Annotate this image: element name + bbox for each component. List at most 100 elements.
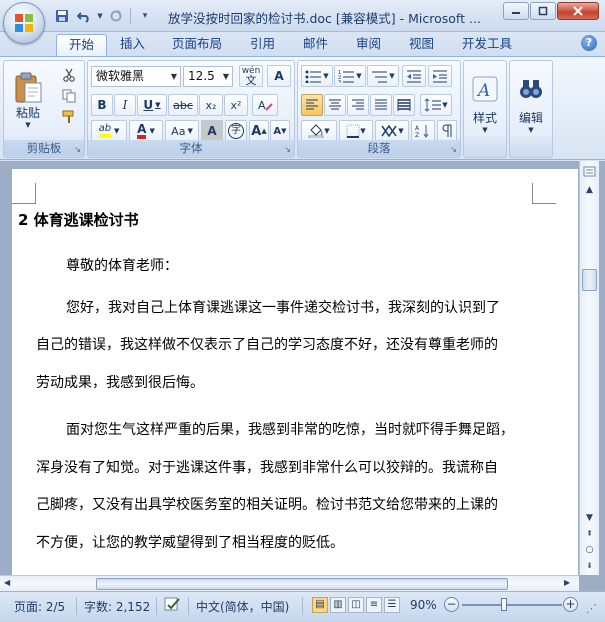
scroll-down-icon[interactable]: ▼ [582,511,597,526]
chinese-layout-button[interactable]: ▼ [375,120,409,142]
copy-button[interactable] [58,86,80,106]
show-marks-button[interactable] [437,120,457,142]
minimize-button[interactable] [503,2,529,20]
editing-button[interactable]: 编辑 ▼ [512,65,550,143]
font-color-button[interactable]: A ▼ [129,120,163,142]
tab-view[interactable]: 视图 [397,34,446,56]
paste-button[interactable]: 粘贴 ▼ [8,65,48,135]
vertical-scrollbar[interactable]: ▲ ▼ ⇞ ○ ⇟ [579,161,599,575]
scroll-up-icon[interactable]: ▲ [582,183,597,198]
document-body[interactable]: 2 体育逃课检讨书 尊敬的体育老师： 您好，我对自己上体育课逃课这一事件递交检讨… [18,209,548,572]
tab-references[interactable]: 引用 [238,34,287,56]
word-count[interactable]: 字数: 2,152 [84,598,150,615]
close-button[interactable] [557,2,599,20]
web-layout-icon[interactable]: ◫ [348,597,364,613]
paste-icon [15,72,42,102]
increase-indent-button[interactable] [428,65,452,87]
styles-button[interactable]: A 样式 ▼ [466,65,504,143]
document-page[interactable]: 2 体育逃课检讨书 尊敬的体育老师： 您好，我对自己上体育课逃课这一事件递交检讨… [12,169,578,591]
maximize-button[interactable] [530,2,556,20]
horizontal-scroll-thumb[interactable] [96,578,508,590]
language-indicator[interactable]: 中文(简体，中国) [196,598,289,615]
tab-mailings[interactable]: 邮件 [291,34,340,56]
format-painter-button[interactable] [58,107,80,127]
tab-developer[interactable]: 开发工具 [450,34,524,56]
vertical-scroll-thumb[interactable] [582,269,597,291]
select-browse-object-icon[interactable]: ○ [582,543,597,558]
resize-grip-icon[interactable]: ⋰ [586,602,597,615]
page-indicator[interactable]: 页面: 2/5 [14,598,65,615]
zoom-out-icon[interactable]: − [444,597,459,612]
change-case-button[interactable]: Aa ▼ [165,120,199,142]
p2-line-3: 己脚疼，又没有出具学校医务室的相关证明。检讨书范文给您带来的上课的 [36,497,498,513]
font-size-combo[interactable]: 12.5 ▼ [183,66,233,87]
copy-icon [62,89,76,103]
strikethrough-button[interactable]: abc [168,94,198,116]
editing-label: 编辑 [518,110,543,125]
superscript-label: x² [230,98,242,112]
increase-indent-icon [433,70,447,83]
line-spacing-button[interactable]: ▼ [420,94,452,116]
zoom-slider-track[interactable] [462,604,562,606]
tab-insert[interactable]: 插入 [108,34,157,56]
tab-home[interactable]: 开始 [56,34,108,56]
phonetic-guide-button[interactable]: wén 文 [239,65,263,87]
shrink-font-button[interactable]: A ▼ [270,120,290,142]
distributed-button[interactable] [393,94,415,116]
align-left-button[interactable] [301,94,323,116]
numbering-button[interactable]: 1 2 3 ▼ [334,65,366,87]
multilevel-list-button[interactable]: ▼ [367,65,399,87]
next-page-icon[interactable]: ⇟ [582,559,597,574]
zoom-level[interactable]: 90% [410,598,437,612]
decrease-indent-button[interactable] [402,65,426,87]
italic-button[interactable]: I [114,94,136,116]
clear-formatting-button[interactable]: A [252,94,278,116]
clipboard-launcher-icon[interactable]: ↘ [74,145,81,154]
zoom-slider-thumb[interactable] [501,598,507,611]
character-shading-button[interactable]: A [201,120,223,142]
cut-button[interactable] [58,65,80,85]
ribbon: 粘贴 ▼ 剪贴板 ↘ 微软雅黑 ▼ 12.5 ▼ wén 文 A B I U ▼… [0,56,605,160]
bullets-button[interactable]: ▼ [301,65,333,87]
sort-button[interactable]: AZ [411,120,435,142]
scroll-right-icon[interactable]: ▶ [564,578,570,587]
subscript-button[interactable]: x₂ [199,94,223,116]
redo-icon[interactable] [106,6,126,26]
highlight-button[interactable]: ab ▼ [91,120,127,142]
draft-view-icon[interactable]: ☰ [384,597,400,613]
bold-button[interactable]: B [91,94,113,116]
previous-page-icon[interactable]: ⇞ [582,527,597,542]
justify-button[interactable] [370,94,392,116]
ruler-toggle-icon[interactable] [582,165,597,180]
borders-button[interactable]: ▼ [339,120,373,142]
shading-button[interactable]: ▼ [301,120,337,142]
superscript-button[interactable]: x² [224,94,248,116]
full-screen-reading-icon[interactable]: ▥ [330,597,346,613]
styles-icon: A [472,76,498,101]
font-name-combo[interactable]: 微软雅黑 ▼ [91,66,181,87]
paragraph-launcher-icon[interactable]: ↘ [450,145,457,154]
font-launcher-icon[interactable]: ↘ [284,145,291,154]
tab-page-layout[interactable]: 页面布局 [160,34,234,56]
enclose-characters-button[interactable]: 字 [225,120,247,142]
customize-qat-icon[interactable]: ▾ [135,6,155,26]
proofing-icon[interactable] [164,596,182,615]
tab-review[interactable]: 审阅 [344,34,393,56]
zoom-in-icon[interactable]: + [563,597,578,612]
align-right-button[interactable] [347,94,369,116]
undo-dropdown-icon[interactable]: ▼ [96,6,104,26]
outline-view-icon[interactable]: ≡ [366,597,382,613]
horizontal-scrollbar[interactable]: ◀ ▶ [0,575,579,591]
undo-icon[interactable] [74,6,94,26]
chevron-down-icon: ▼ [170,72,177,81]
print-layout-view-icon[interactable]: ▤ [312,597,328,613]
save-icon[interactable] [52,6,72,26]
character-border-button[interactable]: A [267,65,291,87]
character-shading-label: A [207,124,217,138]
help-icon[interactable]: ? [581,35,597,51]
grow-font-button[interactable]: A ▲ [249,120,269,142]
scroll-left-icon[interactable]: ◀ [4,578,10,587]
underline-button[interactable]: U ▼ [137,94,167,116]
align-center-button[interactable] [324,94,346,116]
office-button[interactable] [3,2,45,44]
